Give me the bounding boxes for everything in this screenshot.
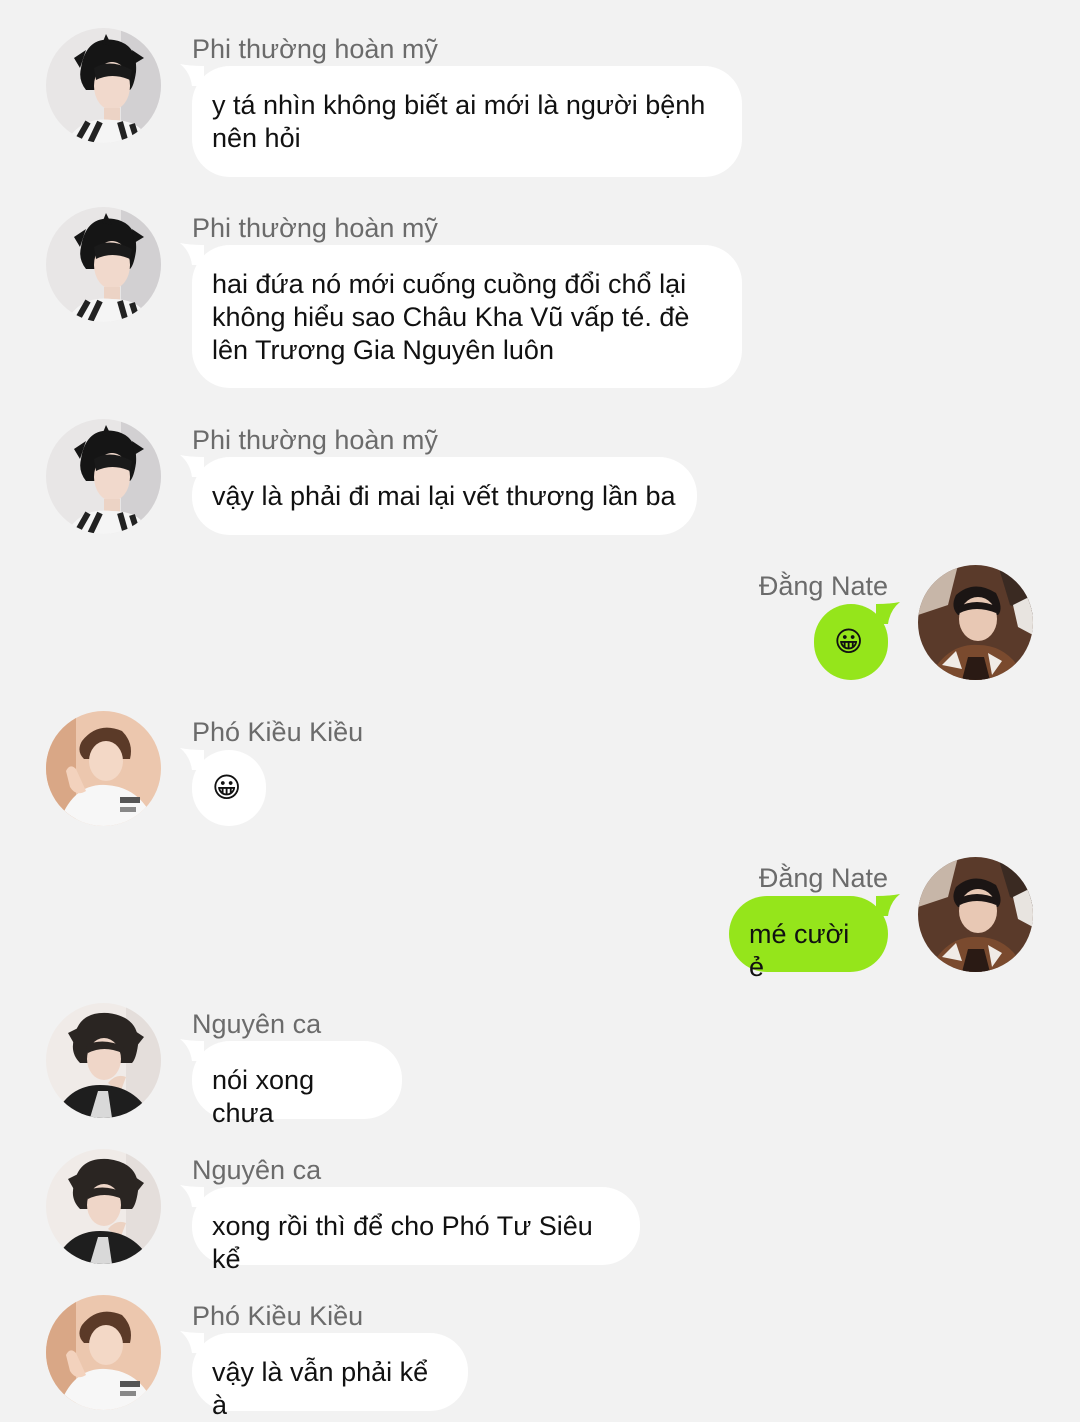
message-text: y tá nhìn không biết ai mới là người bện… xyxy=(212,90,706,153)
bubble-tail-icon xyxy=(180,748,204,770)
bubble-tail-icon xyxy=(180,1331,204,1353)
message-bubble[interactable]: y tá nhìn không biết ai mới là người bện… xyxy=(180,64,742,177)
message-text: 😀 xyxy=(834,625,864,658)
avatar-nguyen-icon[interactable] xyxy=(46,1003,161,1118)
message-bubble[interactable]: mé cười ẻ xyxy=(729,894,900,982)
message-text: vậy là vẫn phải kể à xyxy=(212,1357,436,1420)
message-text: 😀 xyxy=(212,771,242,804)
avatar-pho-icon[interactable] xyxy=(46,711,161,826)
sender-name: Phó Kiều Kiều xyxy=(192,1301,364,1331)
sender-name: Phó Kiều Kiều xyxy=(192,717,364,747)
message-bubble[interactable]: vậy là phải đi mai lại vết thương lần ba xyxy=(180,455,697,535)
chat-message-list[interactable]: Phi thường hoàn mỹ y tá nhìn không biết … xyxy=(0,0,1080,1420)
sender-name: Phi thường hoàn mỹ xyxy=(192,34,438,64)
avatar-nate-icon[interactable] xyxy=(918,857,1033,972)
sender-name: Đằng Nate xyxy=(758,863,888,893)
sender-name: Đằng Nate xyxy=(758,571,888,601)
message-bubble[interactable]: 😀 xyxy=(814,602,900,680)
avatar-nate-icon[interactable] xyxy=(918,565,1033,680)
sender-name: Nguyên ca xyxy=(192,1155,322,1185)
sender-name: Nguyên ca xyxy=(192,1009,322,1039)
bubble-tail-icon xyxy=(876,894,900,916)
message-bubble[interactable]: hai đứa nó mới cuống cuồng đổi chổ lại k… xyxy=(180,243,742,388)
bubble-tail-icon xyxy=(180,1185,204,1207)
avatar-phi-icon[interactable] xyxy=(46,207,161,322)
message-text: vậy là phải đi mai lại vết thương lần ba xyxy=(212,481,676,511)
bubble-tail-icon xyxy=(180,455,204,477)
message-bubble[interactable]: 😀 xyxy=(180,748,266,826)
avatar-phi-icon[interactable] xyxy=(46,28,161,143)
bubble-tail-icon xyxy=(180,243,204,265)
avatar-nguyen-icon[interactable] xyxy=(46,1149,161,1264)
avatar-phi-icon[interactable] xyxy=(46,419,161,534)
sender-name: Phi thường hoàn mỹ xyxy=(192,213,438,243)
message-text: mé cười ẻ xyxy=(749,919,857,982)
message-text: xong rồi thì để cho Phó Tư Siêu kể xyxy=(212,1211,601,1274)
bubble-tail-icon xyxy=(876,602,900,624)
sender-name: Phi thường hoàn mỹ xyxy=(192,425,438,455)
bubble-tail-icon xyxy=(180,64,204,86)
message-text: nói xong chưa xyxy=(212,1065,322,1128)
message-bubble[interactable]: xong rồi thì để cho Phó Tư Siêu kể xyxy=(180,1185,640,1274)
message-bubble[interactable]: nói xong chưa xyxy=(180,1039,402,1128)
avatar-pho-icon[interactable] xyxy=(46,1295,161,1410)
message-text: hai đứa nó mới cuống cuồng đổi chổ lại k… xyxy=(212,269,690,365)
message-bubble[interactable]: vậy là vẫn phải kể à xyxy=(180,1331,468,1420)
bubble-tail-icon xyxy=(180,1039,204,1061)
